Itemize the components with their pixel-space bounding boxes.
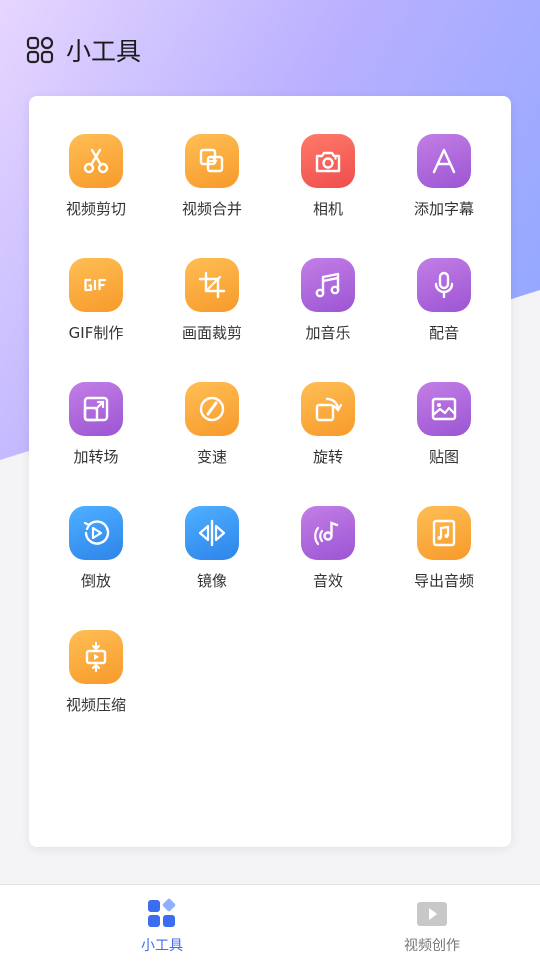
tool-label: 视频压缩 xyxy=(65,696,126,714)
transition-icon xyxy=(83,396,109,422)
rotate-icon xyxy=(315,397,343,422)
tool-gif-maker[interactable]: GIF制作 xyxy=(38,258,154,382)
gif-icon xyxy=(84,278,106,292)
tool-label: 变速 xyxy=(196,448,227,466)
tool-label: 加转场 xyxy=(73,448,119,466)
sound-effect-icon xyxy=(314,521,339,546)
tool-speed[interactable]: 变速 xyxy=(154,382,270,506)
video-play-icon xyxy=(417,902,447,926)
tool-label: GIF制作 xyxy=(68,324,124,342)
tool-dubbing[interactable]: 配音 xyxy=(386,258,502,382)
tool-reverse[interactable]: 倒放 xyxy=(38,506,154,630)
tool-label: 音效 xyxy=(312,572,343,590)
tools-grid-icon xyxy=(148,898,176,927)
grid-icon xyxy=(26,36,54,64)
tool-video-compress[interactable]: 视频压缩 xyxy=(38,630,154,754)
tool-sound-effect[interactable]: 音效 xyxy=(270,506,386,630)
speed-icon xyxy=(199,396,225,422)
tool-add-music[interactable]: 加音乐 xyxy=(270,258,386,382)
camera-icon xyxy=(315,151,341,173)
tool-label: 导出音频 xyxy=(413,572,474,590)
reverse-icon xyxy=(83,520,110,545)
tool-label: 配音 xyxy=(428,324,459,342)
page-header: 小工具 xyxy=(26,32,141,68)
tool-label: 画面裁剪 xyxy=(181,324,242,342)
microphone-icon xyxy=(434,271,454,299)
nav-tools[interactable]: 小工具 xyxy=(102,897,222,955)
compress-icon xyxy=(85,641,107,673)
bottom-nav: 小工具 视频创作 xyxy=(0,884,540,961)
export-audio-icon xyxy=(432,519,456,547)
nav-label: 视频创作 xyxy=(404,938,460,954)
tool-label: 视频剪切 xyxy=(65,200,126,218)
tool-mirror[interactable]: 镜像 xyxy=(154,506,270,630)
nav-label: 小工具 xyxy=(141,938,183,954)
tool-label: 添加字幕 xyxy=(413,200,474,218)
tool-label: 视频合并 xyxy=(181,200,242,218)
tool-export-audio[interactable]: 导出音频 xyxy=(386,506,502,630)
tools-card: 视频剪切 视频合并 相机 添加字幕 GIF制作 画面裁剪 加音乐 配音 加转场 … xyxy=(29,96,511,847)
tool-sticker[interactable]: 贴图 xyxy=(386,382,502,506)
mirror-icon xyxy=(198,519,226,547)
merge-icon xyxy=(199,148,224,173)
tool-rotate[interactable]: 旋转 xyxy=(270,382,386,506)
nav-video-creation[interactable]: 视频创作 xyxy=(372,897,492,955)
tool-video-merge[interactable]: 视频合并 xyxy=(154,134,270,258)
tool-camera[interactable]: 相机 xyxy=(270,134,386,258)
tools-grid: 视频剪切 视频合并 相机 添加字幕 GIF制作 画面裁剪 加音乐 配音 加转场 … xyxy=(29,134,520,754)
tool-transition[interactable]: 加转场 xyxy=(38,382,154,506)
tool-add-subtitle[interactable]: 添加字幕 xyxy=(386,134,502,258)
tool-crop[interactable]: 画面裁剪 xyxy=(154,258,270,382)
tool-label: 相机 xyxy=(312,200,343,218)
tool-label: 贴图 xyxy=(428,448,459,466)
tool-label: 加音乐 xyxy=(305,324,351,342)
scissors-icon xyxy=(83,148,109,174)
music-icon xyxy=(315,272,340,298)
crop-icon xyxy=(198,271,226,299)
tool-video-cut[interactable]: 视频剪切 xyxy=(38,134,154,258)
tool-label: 镜像 xyxy=(196,572,227,590)
image-icon xyxy=(431,397,457,421)
tool-label: 旋转 xyxy=(312,448,343,466)
text-icon xyxy=(432,148,456,174)
tool-label: 倒放 xyxy=(80,572,111,590)
page-title: 小工具 xyxy=(66,37,142,66)
